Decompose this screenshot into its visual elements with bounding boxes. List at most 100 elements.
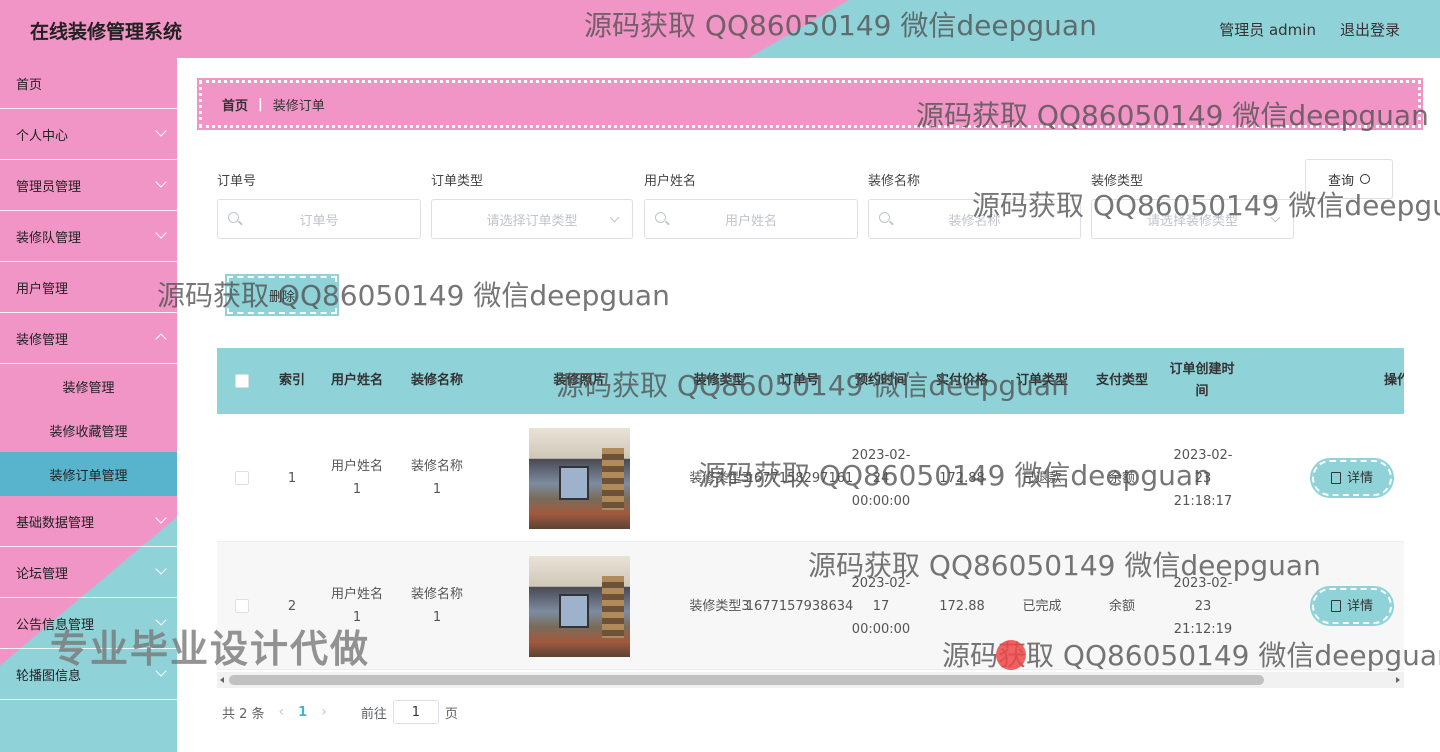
cell-pay-type: 余额 (1108, 470, 1135, 486)
table-row[interactable]: 2 用户姓名1 装修名称1 装修类型3 1677157938634 2023-0… (217, 542, 1404, 670)
chevron-down-icon (155, 512, 167, 524)
user-name-input[interactable]: 用户姓名 (644, 199, 858, 239)
deco-name-label: 装修名称 (868, 174, 921, 189)
col-created: 订单创建时间 (1169, 362, 1235, 399)
table-header: 索引 用户姓名 装修名称 装修照片 装修类型 订单号 预约时间 实付价格 订单类… (217, 348, 1404, 414)
sidebar-item-users[interactable]: 用户管理 (0, 262, 177, 313)
col-deco-type: 装修类型 (693, 373, 746, 388)
admin-account-link[interactable]: 管理员 admin (1219, 19, 1316, 40)
cell-created: 2023-02-23 21:18:17 (1173, 447, 1233, 509)
order-type-label: 订单类型 (431, 174, 484, 189)
detail-button-label: 详情 (1346, 470, 1373, 486)
search-icon (228, 212, 239, 223)
sidebar-item-base-data[interactable]: 基础数据管理 (0, 496, 177, 547)
pagination-total: 共 2 条 (222, 706, 265, 722)
col-pay-type: 支付类型 (1095, 373, 1148, 388)
sidebar-item-profile[interactable]: 个人中心 (0, 109, 177, 160)
sidebar-item-label: 基础数据管理 (16, 515, 95, 531)
pagination: 共 2 条 ‹ 1 › 前往 1 页 (222, 700, 458, 724)
app-title: 在线装修管理系统 (30, 21, 183, 43)
col-index: 索引 (278, 373, 305, 388)
next-page-icon[interactable]: › (321, 704, 327, 720)
deco-type-placeholder: 请选择装修类型 (1146, 213, 1238, 229)
decoration-photo[interactable] (529, 427, 630, 529)
order-no-placeholder: 订单号 (299, 213, 339, 229)
query-button-label: 查询 (1327, 173, 1354, 189)
deco-type-label: 装修类型 (1091, 174, 1144, 189)
decoration-photo[interactable] (529, 555, 630, 657)
order-type-select[interactable]: 请选择订单类型 (431, 199, 633, 239)
sidebar-subitem-decoration[interactable]: 装修管理 (0, 364, 177, 408)
sidebar-item-label: 用户管理 (16, 281, 69, 297)
cell-deco-name: 装修名称1 (410, 459, 463, 497)
query-button[interactable]: 查询 (1305, 159, 1393, 199)
sidebar-subitem-orders[interactable]: 装修订单管理 (0, 452, 177, 496)
sidebar-subitem-favorites[interactable]: 装修收藏管理 (0, 408, 177, 452)
cell-pay-type: 余额 (1108, 598, 1135, 614)
col-user-name: 用户姓名 (330, 373, 383, 388)
detail-button[interactable]: 详情 (1310, 458, 1394, 498)
table-row[interactable]: 1 用户姓名1 装修名称1 装修类型3 1677158297161 2023-0… (217, 414, 1404, 542)
row-checkbox[interactable] (235, 471, 249, 485)
cell-ops: 详情 (1307, 414, 1397, 542)
cell-appointment: 2023-02-24 00:00:00 (851, 447, 911, 509)
chevron-down-icon (1270, 212, 1281, 223)
order-no-input[interactable]: 订单号 (217, 199, 421, 239)
top-header: 在线装修管理系统 管理员 admin 退出登录 (0, 0, 1440, 58)
row-select-cell (217, 414, 267, 542)
scrollbar-thumb[interactable] (229, 675, 1264, 685)
scroll-right-icon[interactable] (1396, 677, 1400, 683)
document-icon (1330, 472, 1341, 484)
row-checkbox[interactable] (235, 599, 249, 613)
chevron-down-icon (155, 563, 167, 575)
page-number-current[interactable]: 1 (298, 705, 307, 720)
col-deco-name: 装修名称 (410, 373, 463, 388)
sidebar-item-team[interactable]: 装修队管理 (0, 211, 177, 262)
chevron-down-icon (155, 176, 167, 188)
col-order-no: 订单号 (779, 373, 819, 388)
sidebar-item-label: 论坛管理 (16, 566, 69, 582)
breadcrumb-separator: | (258, 96, 263, 112)
scroll-left-icon[interactable] (220, 677, 224, 683)
cell-paid: 172.88 (939, 470, 985, 486)
col-ops: 操作 (1383, 373, 1404, 388)
cell-order-no: 1677158297161 (745, 470, 854, 486)
sidebar-item-home[interactable]: 首页 (0, 58, 177, 109)
sidebar-item-forum[interactable]: 论坛管理 (0, 547, 177, 598)
detail-button-label: 详情 (1346, 598, 1373, 614)
search-icon (655, 212, 666, 223)
cell-deco-photo (527, 542, 632, 670)
orders-table: 索引 用户姓名 装修名称 装修照片 装修类型 订单号 预约时间 实付价格 订单类… (217, 348, 1404, 688)
header-user-area: 管理员 admin 退出登录 (1219, 19, 1400, 40)
cell-deco-photo (527, 414, 632, 542)
deco-type-select[interactable]: 请选择装修类型 (1091, 199, 1294, 239)
col-order-type: 订单类型 (1015, 373, 1068, 388)
cell-appointment: 2023-02-17 00:00:00 (851, 575, 911, 637)
promo-overlay-text: 专业毕业设计代做 (50, 627, 371, 671)
cell-order-type: 已退款 (1022, 470, 1062, 486)
cell-index: 1 (287, 470, 297, 486)
cell-ops: 详情 (1307, 542, 1397, 670)
deco-name-input[interactable]: 装修名称 (868, 199, 1081, 239)
delete-button[interactable]: 删除 (225, 274, 339, 316)
user-name-label: 用户姓名 (644, 174, 697, 189)
sidebar-item-decoration[interactable]: 装修管理 (0, 313, 177, 364)
sidebar-item-label: 个人中心 (16, 128, 69, 144)
goto-label: 前往 (360, 706, 387, 722)
select-all-checkbox[interactable] (235, 374, 249, 388)
sidebar-item-label: 装修管理 (16, 332, 69, 348)
sidebar-item-label: 管理员管理 (16, 179, 82, 195)
logout-link[interactable]: 退出登录 (1340, 19, 1400, 40)
table-horizontal-scrollbar[interactable] (217, 672, 1404, 688)
document-icon (1330, 600, 1341, 612)
cell-user-name: 用户姓名1 (330, 459, 383, 497)
sidebar-item-admin[interactable]: 管理员管理 (0, 160, 177, 211)
deco-name-placeholder: 装修名称 (948, 213, 1001, 229)
detail-button[interactable]: 详情 (1310, 586, 1394, 626)
select-all-cell (217, 348, 267, 414)
prev-page-icon[interactable]: ‹ (279, 704, 285, 720)
sidebar-item-label: 首页 (16, 77, 43, 93)
goto-page-input[interactable]: 1 (392, 700, 439, 724)
cell-deco-type: 装修类型3 (689, 470, 750, 486)
breadcrumb-home[interactable]: 首页 (222, 95, 248, 114)
